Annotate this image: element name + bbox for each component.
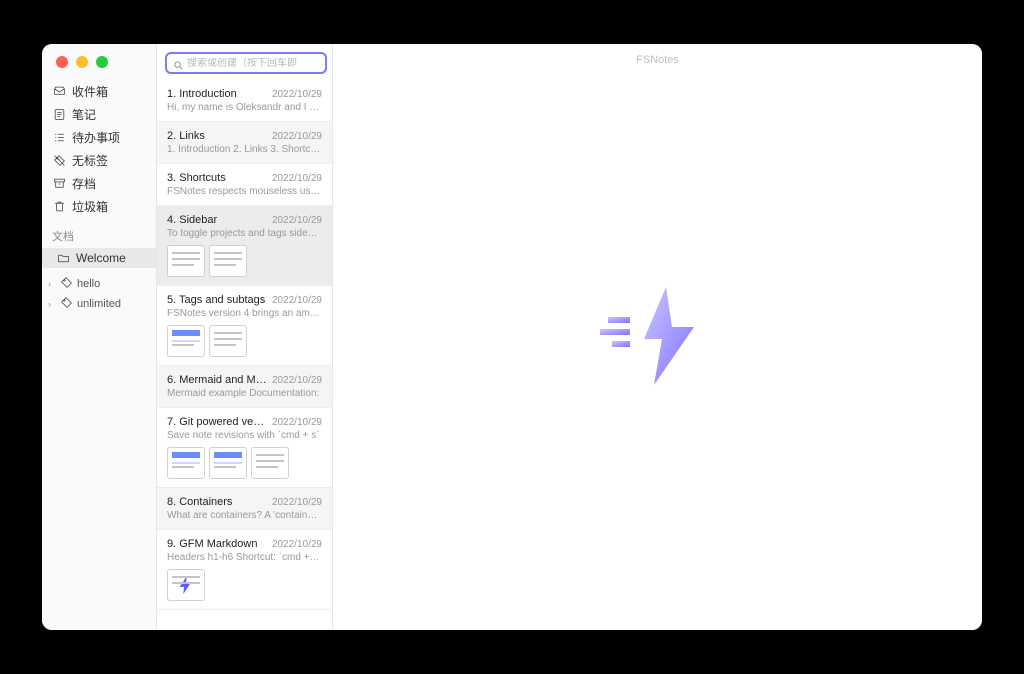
- sidebar-item-label: 存档: [72, 175, 96, 192]
- note-preview: Mermaid example Documentation:: [167, 388, 322, 399]
- sidebar: 收件箱 笔记 待办事项 无标签 存档: [42, 44, 157, 630]
- close-button[interactable]: [56, 56, 68, 68]
- sidebar-item-inbox[interactable]: 收件箱: [42, 80, 156, 103]
- sidebar-section-docs: 文档: [42, 218, 156, 248]
- note-row[interactable]: 6. Mermaid and M… 2022/10/29 Mermaid exa…: [157, 366, 332, 408]
- sidebar-item-archive[interactable]: 存档: [42, 172, 156, 195]
- note-preview: FSNotes respects mouseless usage,: [167, 186, 322, 197]
- note-title: 5. Tags and subtags: [167, 294, 265, 306]
- inbox-icon: [52, 85, 66, 99]
- untagged-icon: [52, 154, 66, 168]
- note-date: 2022/10/29: [272, 173, 322, 184]
- archive-icon: [52, 177, 66, 191]
- editor-pane: FSNotes: [333, 44, 982, 630]
- note-title: 1. Introduction: [167, 88, 237, 100]
- thumbnail: [167, 245, 205, 277]
- search-bar: [157, 44, 332, 80]
- thumbnail: [167, 569, 205, 601]
- app-logo: [598, 277, 718, 397]
- note-preview: FSNotes version 4 brings an amazing: [167, 308, 322, 319]
- note-date: 2022/10/29: [272, 215, 322, 226]
- note-title: 9. GFM Markdown: [167, 538, 257, 550]
- sidebar-item-label: 垃圾箱: [72, 198, 108, 215]
- note-row[interactable]: 4. Sidebar 2022/10/29 To toggle projects…: [157, 206, 332, 286]
- search-icon: [173, 58, 184, 69]
- note-title: 4. Sidebar: [167, 214, 217, 226]
- note-title: 8. Containers: [167, 496, 232, 508]
- note-preview: Save note revisions with `cmd + s`: [167, 430, 322, 441]
- sidebar-item-notes[interactable]: 笔记: [42, 103, 156, 126]
- thumbnail: [167, 447, 205, 479]
- minimize-button[interactable]: [76, 56, 88, 68]
- sidebar-item-trash[interactable]: 垃圾箱: [42, 195, 156, 218]
- note-list-pane: 1. Introduction 2022/10/29 Hi, my name i…: [157, 44, 333, 630]
- todo-icon: [52, 131, 66, 145]
- note-date: 2022/10/29: [272, 539, 322, 550]
- sidebar-item-label: 无标签: [72, 152, 108, 169]
- note-date: 2022/10/29: [272, 89, 322, 100]
- note-list[interactable]: 1. Introduction 2022/10/29 Hi, my name i…: [157, 80, 332, 630]
- thumbnail: [167, 325, 205, 357]
- note-title: 7. Git powered ver…: [167, 416, 267, 428]
- note-thumbnails: [167, 325, 322, 357]
- note-preview: To toggle projects and tags sidebar: [167, 228, 322, 239]
- note-row[interactable]: 8. Containers 2022/10/29 What are contai…: [157, 488, 332, 530]
- note-title: 3. Shortcuts: [167, 172, 226, 184]
- tag-icon: [60, 296, 73, 312]
- note-date: 2022/10/29: [272, 375, 322, 386]
- sidebar-item-label: 待办事项: [72, 129, 120, 146]
- note-thumbnails: [167, 245, 322, 277]
- thumbnail: [209, 325, 247, 357]
- sidebar-tag-label: unlimited: [77, 298, 121, 310]
- tag-icon: [60, 276, 73, 292]
- note-title: 2. Links: [167, 130, 205, 142]
- sidebar-tag-label: hello: [77, 278, 100, 290]
- notes-icon: [52, 108, 66, 122]
- note-date: 2022/10/29: [272, 131, 322, 142]
- note-title: 6. Mermaid and M…: [167, 374, 267, 386]
- window-title: FSNotes: [333, 54, 982, 66]
- sidebar-item-todos[interactable]: 待办事项: [42, 126, 156, 149]
- note-date: 2022/10/29: [272, 295, 322, 306]
- sidebar-item-label: 收件箱: [72, 83, 108, 100]
- app-window: 收件箱 笔记 待办事项 无标签 存档: [42, 44, 982, 630]
- trash-icon: [52, 200, 66, 214]
- note-date: 2022/10/29: [272, 417, 322, 428]
- note-row[interactable]: 7. Git powered ver… 2022/10/29 Save note…: [157, 408, 332, 488]
- folder-icon: [56, 251, 70, 265]
- note-preview: Hi, my name is Oleksandr and I am: [167, 102, 322, 113]
- sidebar-folder-welcome[interactable]: Welcome: [42, 248, 156, 268]
- note-thumbnails: [167, 569, 322, 601]
- thumbnail: [209, 447, 247, 479]
- zoom-button[interactable]: [96, 56, 108, 68]
- note-preview: Headers h1-h6 Shortcut: `cmd + 1-6`: [167, 552, 322, 563]
- note-preview: What are containers? A 'container' is: [167, 510, 322, 521]
- chevron-right-icon: ›: [48, 299, 56, 309]
- sidebar-item-untagged[interactable]: 无标签: [42, 149, 156, 172]
- window-controls: [56, 56, 108, 68]
- thumbnail: [209, 245, 247, 277]
- note-row[interactable]: 9. GFM Markdown 2022/10/29 Headers h1-h6…: [157, 530, 332, 610]
- search-field[interactable]: [165, 52, 327, 74]
- note-row[interactable]: 5. Tags and subtags 2022/10/29 FSNotes v…: [157, 286, 332, 366]
- sidebar-item-label: Welcome: [76, 251, 126, 265]
- note-preview: 1. Introduction 2. Links 3. Shortcuts: [167, 144, 322, 155]
- note-thumbnails: [167, 447, 322, 479]
- note-row[interactable]: 2. Links 2022/10/29 1. Introduction 2. L…: [157, 122, 332, 164]
- note-row[interactable]: 1. Introduction 2022/10/29 Hi, my name i…: [157, 80, 332, 122]
- search-input[interactable]: [187, 58, 319, 69]
- note-date: 2022/10/29: [272, 497, 322, 508]
- chevron-right-icon: ›: [48, 279, 56, 289]
- note-row[interactable]: 3. Shortcuts 2022/10/29 FSNotes respects…: [157, 164, 332, 206]
- sidebar-tag-unlimited[interactable]: › unlimited: [42, 294, 156, 314]
- sidebar-item-label: 笔记: [72, 106, 96, 123]
- sidebar-tag-hello[interactable]: › hello: [42, 274, 156, 294]
- thumbnail: [251, 447, 289, 479]
